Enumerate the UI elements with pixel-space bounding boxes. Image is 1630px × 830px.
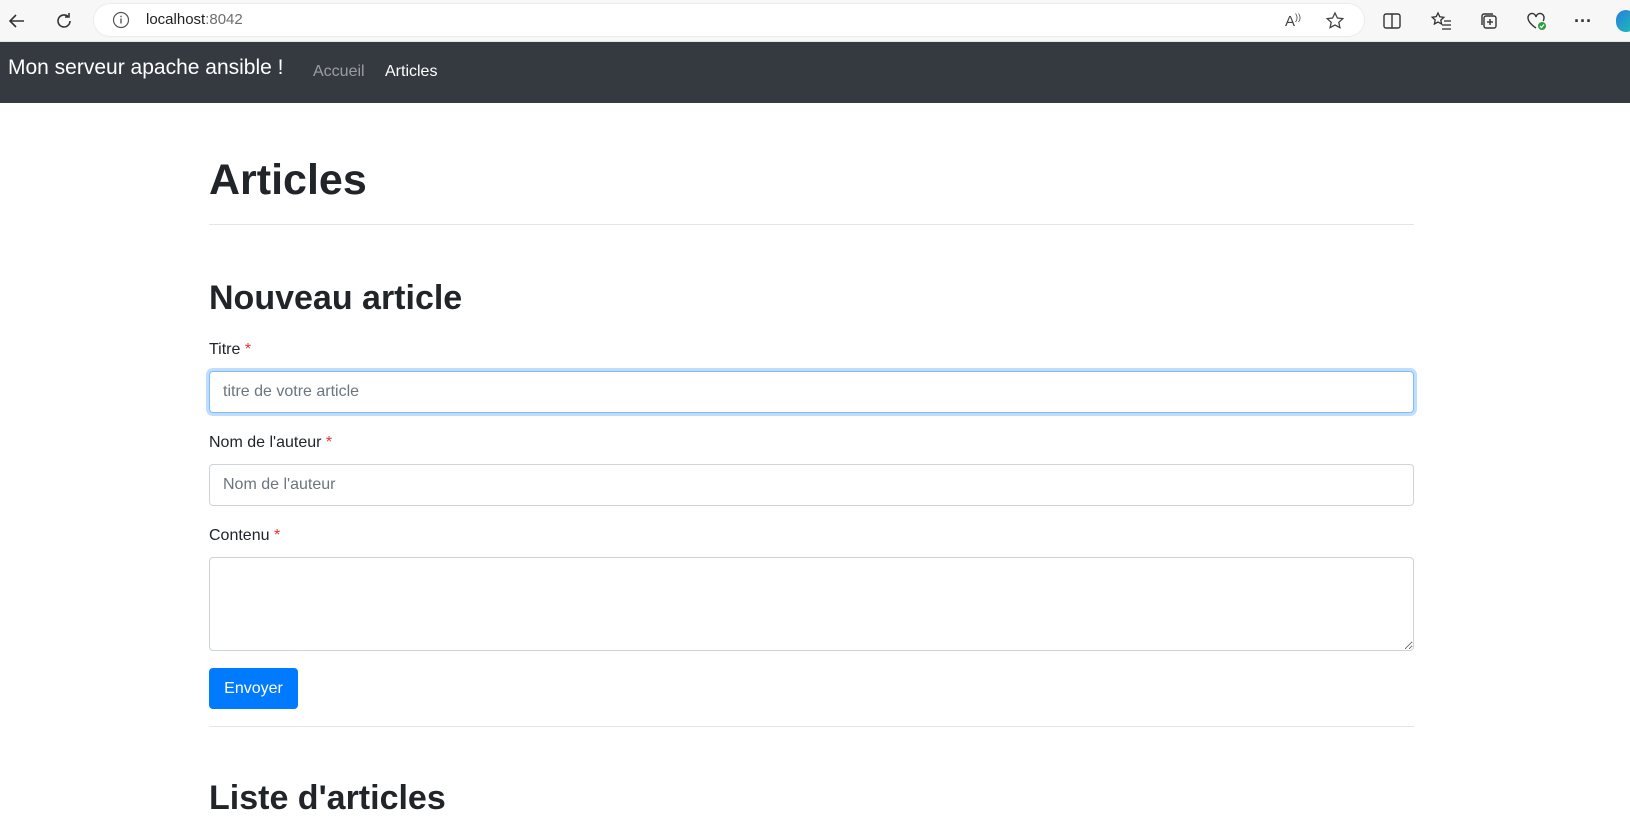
author-input[interactable]: [209, 464, 1414, 506]
more-menu-icon[interactable]: ···: [1570, 8, 1596, 34]
refresh-icon[interactable]: [49, 6, 79, 36]
page-title: Articles: [209, 156, 367, 204]
content-textarea[interactable]: [209, 557, 1414, 651]
title-label-text: Titre: [209, 341, 241, 358]
favorites-list-icon[interactable]: [1428, 8, 1454, 34]
back-arrow-icon[interactable]: [2, 6, 32, 36]
required-asterisk: *: [244, 341, 252, 358]
browser-essentials-icon[interactable]: [1524, 8, 1550, 34]
author-label: Nom de l'auteur *: [209, 434, 332, 452]
divider: [209, 726, 1414, 727]
nav-link-accueil[interactable]: Accueil: [313, 63, 365, 81]
collections-icon[interactable]: [1476, 8, 1502, 34]
author-label-text: Nom de l'auteur: [209, 434, 322, 451]
url-port: :8042: [205, 11, 243, 28]
divider: [209, 224, 1414, 225]
nav-link-articles[interactable]: Articles: [385, 63, 437, 81]
site-info-icon[interactable]: [112, 11, 130, 29]
title-label: Titre *: [209, 341, 251, 359]
url-text[interactable]: localhost:8042: [146, 11, 243, 28]
article-list-heading: Liste d'articles: [209, 779, 446, 817]
url-host: localhost: [146, 11, 206, 28]
read-aloud-glyph: A: [1284, 12, 1295, 30]
read-aloud-icon[interactable]: A)): [1282, 10, 1304, 32]
submit-button[interactable]: Envoyer: [209, 668, 298, 709]
new-article-heading: Nouveau article: [209, 279, 463, 317]
navbar-brand[interactable]: Mon serveur apache ansible !: [8, 56, 284, 80]
copilot-icon[interactable]: [1616, 10, 1630, 32]
content-label-text: Contenu: [209, 527, 270, 544]
split-screen-icon[interactable]: [1379, 8, 1405, 34]
content-label: Contenu *: [209, 527, 280, 545]
address-bar[interactable]: localhost:8042 A)): [94, 4, 1364, 36]
required-asterisk: *: [325, 434, 333, 451]
site-navbar: Mon serveur apache ansible ! Accueil Art…: [0, 42, 1630, 103]
title-input[interactable]: [209, 371, 1414, 413]
required-asterisk: *: [273, 527, 281, 544]
browser-toolbar: localhost:8042 A)) ···: [0, 0, 1630, 42]
favorite-star-icon[interactable]: [1324, 10, 1346, 32]
